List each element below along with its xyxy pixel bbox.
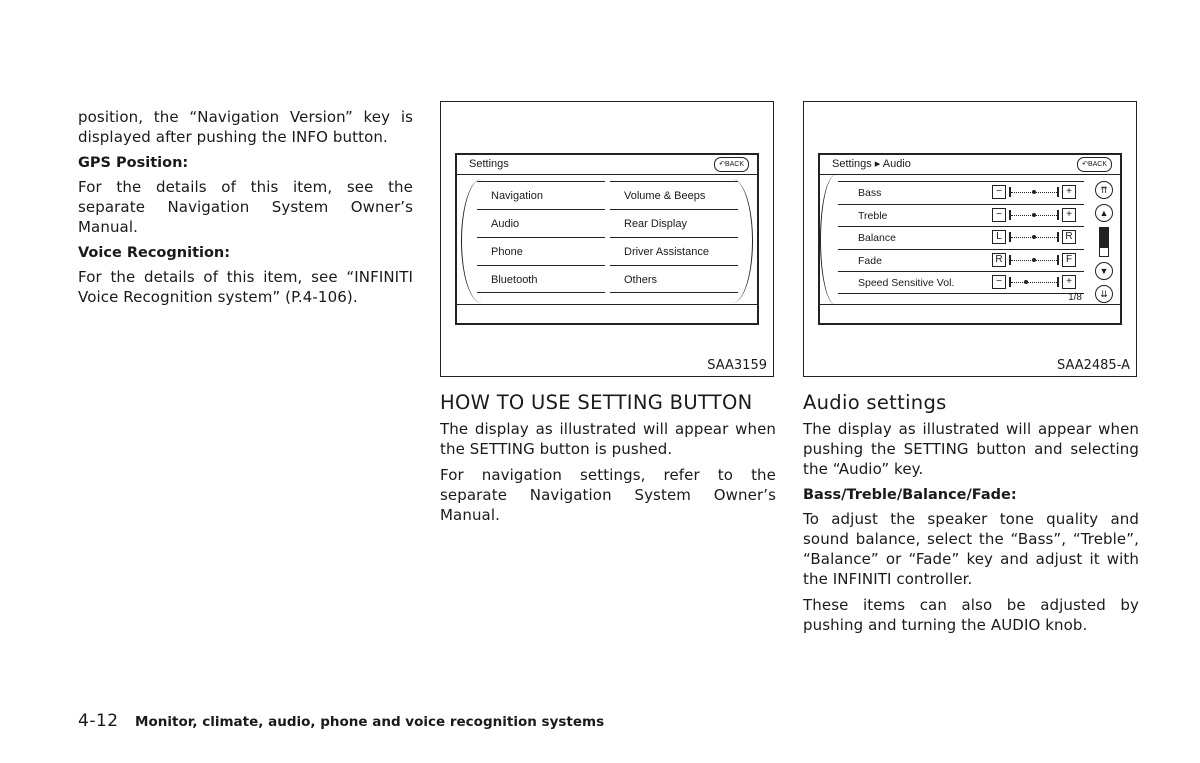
audio-row-label: Balance xyxy=(858,232,896,244)
slider-knob xyxy=(1032,257,1036,262)
increase-button: + xyxy=(1062,185,1076,199)
menu-item-others: Others xyxy=(610,265,738,293)
level-slider xyxy=(1009,209,1059,220)
audio-figure: Settings ▸ Audio ↶BACK Bass − + Treble − + Bal… xyxy=(803,101,1137,377)
scroll-controls: ⇈ ▲ ▼ ⇊ xyxy=(1094,181,1114,308)
slider-knob xyxy=(1032,235,1036,239)
scroll-up-icon: ▲ xyxy=(1095,204,1113,222)
increase-button: F xyxy=(1062,252,1076,267)
gps-position-text: For the details of this item, see the se… xyxy=(78,178,413,236)
adjust-control: − + xyxy=(992,185,1076,199)
decrease-button: L xyxy=(992,230,1006,244)
back-button: ↶BACK xyxy=(714,157,749,172)
right-paragraph-1: The display as illustrated will appear w… xyxy=(803,420,1139,478)
right-paragraph-3: These items can also be adjusted by push… xyxy=(803,596,1139,634)
section-heading: HOW TO USE SETTING BUTTON xyxy=(440,391,753,414)
mid-paragraph-1: The display as illustrated will appear w… xyxy=(440,420,776,458)
voice-recognition-text: For the details of this item, see “INFIN… xyxy=(78,268,413,306)
menu-item-bluetooth: Bluetooth xyxy=(477,265,605,293)
voice-recognition-heading: Voice Recognition: xyxy=(78,245,231,261)
back-button: ↶BACK xyxy=(1077,157,1112,172)
figure-code: SAA2485-A xyxy=(1056,358,1130,373)
page-number: 4-12 xyxy=(78,711,119,731)
menu-item-audio: Audio xyxy=(477,209,605,237)
audio-row: Speed Sensitive Vol. − + xyxy=(838,271,1084,294)
figure-code: SAA3159 xyxy=(707,358,767,373)
gps-position-heading: GPS Position: xyxy=(78,155,189,171)
adjust-control: − + xyxy=(992,207,1076,222)
right-column: Settings ▸ Audio ↶BACK Bass − + Treble − + Bal… xyxy=(803,101,1139,641)
increase-button: R xyxy=(1062,230,1076,244)
menu-item-driver-assistance: Driver Assistance xyxy=(610,237,738,265)
menu-item-navigation: Navigation xyxy=(477,181,605,209)
section-title: Monitor, climate, audio, phone and voice… xyxy=(135,714,605,730)
scrollbar-thumb xyxy=(1100,228,1108,248)
audio-row: Fade R F xyxy=(838,248,1084,272)
audio-row: Bass − + xyxy=(838,181,1084,204)
screen-title: Settings xyxy=(457,155,757,175)
settings-screen: Settings ↶BACK Navigation Audio Phone Bl… xyxy=(455,153,759,325)
screen-footer xyxy=(820,304,1120,323)
menu-item-volume-beeps: Volume & Beeps xyxy=(610,181,738,209)
screen-footer xyxy=(457,304,757,323)
audio-row-label: Speed Sensitive Vol. xyxy=(858,277,955,289)
decrease-button: − xyxy=(992,185,1006,199)
decrease-button: − xyxy=(992,207,1006,222)
page-up-icon: ⇈ xyxy=(1095,181,1113,199)
intro-paragraph: position, the “Navigation Version” key i… xyxy=(78,108,413,146)
middle-column: Settings ↶BACK Navigation Audio Phone Bl… xyxy=(440,101,776,531)
settings-figure: Settings ↶BACK Navigation Audio Phone Bl… xyxy=(440,101,774,377)
audio-row-label: Treble xyxy=(858,209,888,222)
scroll-down-icon: ▼ xyxy=(1095,262,1113,280)
level-slider xyxy=(1009,232,1059,242)
increase-button: + xyxy=(1062,207,1076,222)
scrollbar xyxy=(1099,227,1109,257)
level-slider xyxy=(1009,254,1059,265)
level-slider xyxy=(1009,277,1059,287)
audio-settings-heading: Audio settings xyxy=(803,391,947,414)
settings-menu-right: Volume & Beeps Rear Display Driver Assis… xyxy=(610,181,738,293)
menu-item-phone: Phone xyxy=(477,237,605,265)
settings-menu-left: Navigation Audio Phone Bluetooth xyxy=(477,181,605,293)
slider-knob xyxy=(1032,190,1036,194)
slider-knob xyxy=(1023,280,1028,284)
audio-row: Balance L R xyxy=(838,226,1084,249)
right-paragraph-2: To adjust the speaker tone quality and s… xyxy=(803,510,1139,588)
adjust-control: RF xyxy=(992,252,1076,267)
page-footer: 4-12 Monitor, climate, audio, phone and … xyxy=(78,711,604,731)
adjust-control: − + xyxy=(992,275,1076,289)
level-slider xyxy=(1009,187,1059,197)
page-down-icon: ⇊ xyxy=(1095,285,1113,303)
mid-paragraph-2: For navigation settings, refer to the se… xyxy=(440,466,776,524)
screen-title: Settings ▸ Audio xyxy=(820,155,1120,175)
decrease-button: − xyxy=(992,275,1006,289)
increase-button: + xyxy=(1062,275,1076,289)
page-indicator: 1/8 xyxy=(1068,292,1082,303)
audio-row: Treble − + xyxy=(838,203,1084,227)
menu-item-rear-display: Rear Display xyxy=(610,209,738,237)
audio-row-label: Fade xyxy=(858,254,882,267)
decrease-button: R xyxy=(992,252,1006,267)
audio-row-label: Bass xyxy=(858,187,882,199)
audio-settings-list: Bass − + Treble − + Balance L R Fade R F Speed Sensi… xyxy=(838,181,1084,294)
left-column: position, the “Navigation Version” key i… xyxy=(78,107,413,313)
slider-knob xyxy=(1032,212,1036,217)
audio-screen: Settings ▸ Audio ↶BACK Bass − + Treble − + Bal… xyxy=(818,153,1122,325)
adjust-control: LR xyxy=(992,230,1076,244)
bass-treble-heading: Bass/Treble/Balance/Fade: xyxy=(803,487,1017,503)
